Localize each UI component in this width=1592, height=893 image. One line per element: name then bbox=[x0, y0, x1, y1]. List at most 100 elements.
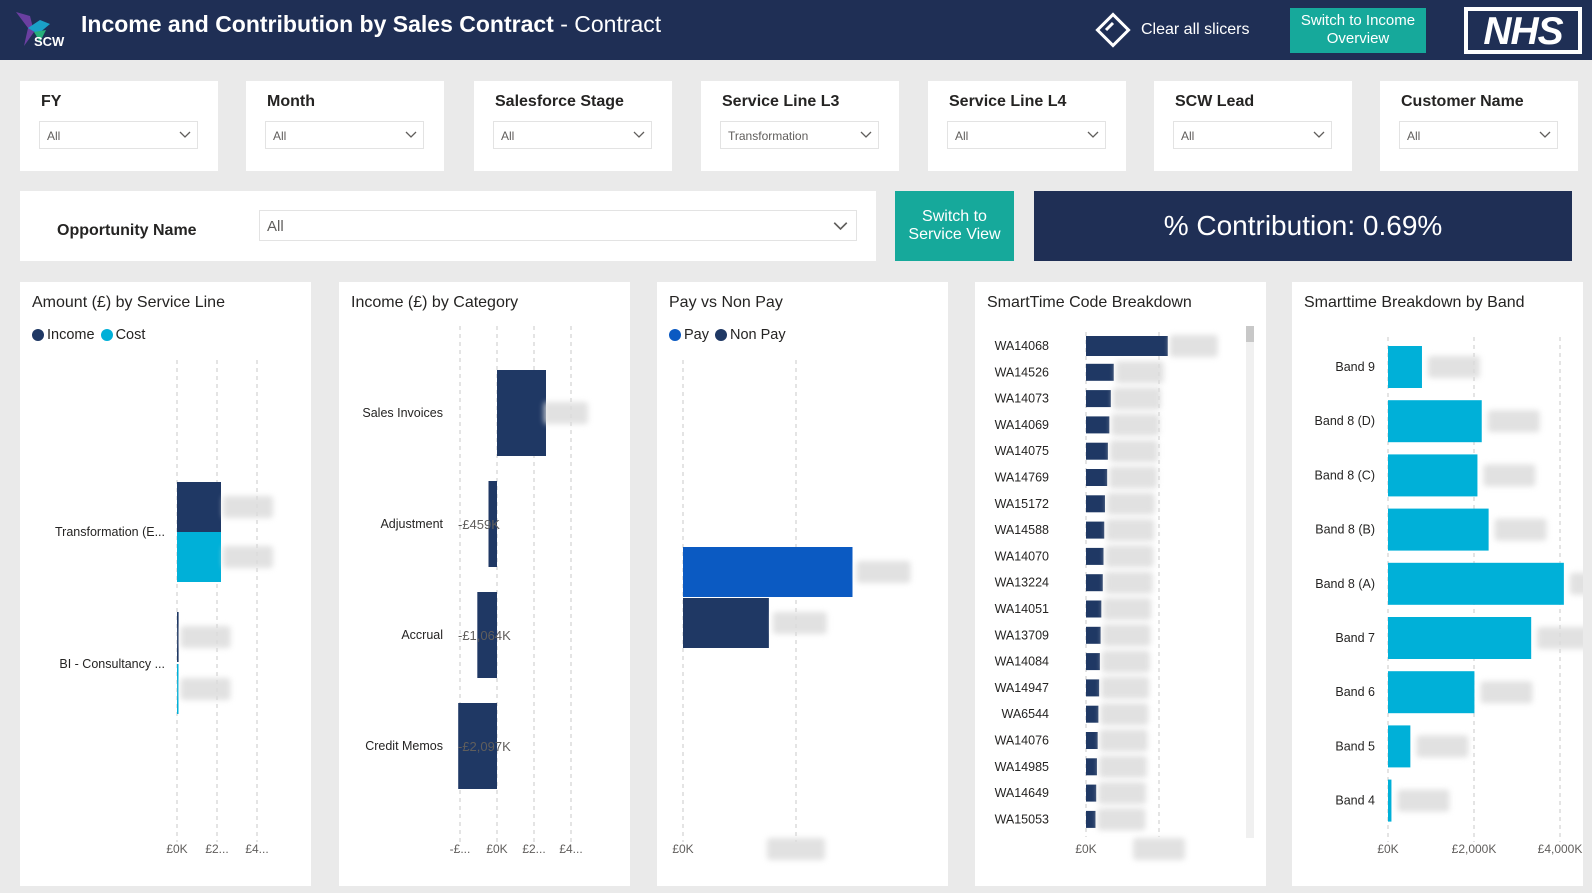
bar bbox=[1086, 705, 1099, 723]
bar bbox=[1388, 617, 1532, 659]
category-label: Band 8 (A) bbox=[1315, 577, 1375, 591]
data-label-redacted bbox=[223, 496, 273, 518]
category-label: WA14068 bbox=[995, 339, 1049, 353]
category-label: BI - Consultancy ... bbox=[59, 657, 165, 671]
x-tick-label: £0K bbox=[166, 842, 187, 856]
bar bbox=[1388, 562, 1564, 605]
slicer-dropdown[interactable]: All bbox=[493, 121, 652, 149]
chevron-down-icon bbox=[1539, 131, 1551, 138]
data-label-redacted bbox=[1397, 789, 1450, 812]
x-tick-label: £4,000K bbox=[1538, 842, 1583, 856]
slicer-service-line-l3: Service Line L3 Transformation bbox=[701, 81, 899, 171]
slicer-service-line-l4: Service Line L4 All bbox=[928, 81, 1126, 171]
header-bar: SCW Income and Contribution by Sales Con… bbox=[0, 0, 1592, 60]
category-label: WA14069 bbox=[995, 418, 1049, 432]
slicer-customer-name: Customer Name All bbox=[1380, 81, 1578, 171]
category-label: Sales Invoices bbox=[362, 406, 443, 420]
slicer-dropdown[interactable]: All bbox=[1399, 121, 1558, 149]
x-tick-label: £0K bbox=[672, 842, 693, 856]
slicer-dropdown[interactable]: All bbox=[947, 121, 1106, 149]
x-tick-label: £2,000K bbox=[1452, 842, 1497, 856]
category-label: Band 8 (D) bbox=[1315, 414, 1375, 428]
bar bbox=[1086, 521, 1105, 539]
category-label: WA14769 bbox=[995, 471, 1049, 485]
category-label: Band 8 (C) bbox=[1315, 468, 1375, 482]
data-label-redacted bbox=[1111, 413, 1160, 436]
category-label: WA14084 bbox=[995, 655, 1049, 669]
slicer-value: All bbox=[47, 129, 61, 143]
data-label-redacted bbox=[772, 612, 827, 634]
bar-cost bbox=[177, 532, 221, 582]
slicer-value: Transformation bbox=[728, 129, 809, 143]
chevron-down-icon bbox=[633, 131, 645, 138]
data-label-redacted bbox=[1109, 440, 1158, 463]
switch-to-income-overview-button[interactable]: Switch to Income Overview bbox=[1290, 8, 1426, 53]
bar bbox=[1086, 363, 1114, 381]
data-label-redacted bbox=[1169, 335, 1218, 357]
bar bbox=[1388, 454, 1478, 497]
category-label: WA14073 bbox=[995, 392, 1049, 406]
bar bbox=[1086, 626, 1101, 644]
x-tick-label: -£... bbox=[450, 842, 471, 856]
data-label-redacted bbox=[1112, 387, 1161, 410]
data-label-redacted bbox=[1109, 466, 1158, 489]
bar bbox=[1086, 784, 1097, 802]
chart-smarttime-breakdown-by-band: Smarttime Breakdown by Band Band 9 Band 8… bbox=[1292, 282, 1583, 886]
category-label: WA14051 bbox=[995, 602, 1049, 616]
data-label-redacted bbox=[1569, 572, 1583, 595]
data-label-redacted bbox=[223, 546, 273, 568]
chevron-down-icon bbox=[405, 131, 417, 138]
clear-all-slicers-button[interactable]: Clear all slicers bbox=[1093, 10, 1249, 50]
data-label-redacted bbox=[856, 561, 911, 583]
bar bbox=[1388, 725, 1411, 768]
data-label-redacted bbox=[1098, 755, 1147, 778]
plot-area: WA14068 WA14526 WA14073 WA14069 WA14075 WA147… bbox=[995, 326, 1254, 860]
slicer-dropdown[interactable]: All bbox=[265, 121, 424, 149]
slicer-dropdown[interactable]: Transformation bbox=[720, 121, 879, 149]
category-label: WA14070 bbox=[995, 549, 1049, 563]
bar bbox=[1086, 442, 1108, 460]
category-label: WA15053 bbox=[995, 812, 1049, 826]
bar-cost bbox=[177, 664, 179, 714]
slicer-label: FY bbox=[41, 93, 62, 110]
data-label-redacted bbox=[1494, 518, 1547, 541]
opportunity-dropdown[interactable]: All bbox=[259, 210, 857, 241]
switch-to-service-view-button[interactable]: Switch to Service View bbox=[895, 191, 1014, 261]
data-label-redacted bbox=[1097, 808, 1146, 831]
category-label: WA14076 bbox=[995, 734, 1049, 748]
nhs-logo-text: NHS bbox=[1468, 11, 1578, 52]
chart-amount-by-service-line: Amount (£) by Service Line Income Cost T… bbox=[20, 282, 311, 886]
opportunity-label: Opportunity Name bbox=[57, 222, 197, 239]
chart-income-by-category: Income (£) by Category Sales Invoices Adj… bbox=[339, 282, 630, 886]
bar bbox=[1388, 508, 1489, 551]
slicer-dropdown[interactable]: All bbox=[39, 121, 198, 149]
slicer-value: All bbox=[1407, 129, 1421, 143]
chevron-down-icon bbox=[179, 131, 191, 138]
data-label-redacted bbox=[1101, 676, 1150, 699]
chart-smarttime-code-breakdown: SmartTime Code Breakdown WA14068 WA14526 W… bbox=[975, 282, 1266, 886]
plot-area: Sales Invoices Adjustment -£459K Accrual -£1… bbox=[362, 326, 588, 856]
data-label-redacted bbox=[544, 402, 588, 424]
data-label-redacted bbox=[1537, 627, 1583, 649]
chevron-down-icon bbox=[1087, 131, 1099, 138]
bar bbox=[1086, 810, 1096, 828]
chevron-down-icon bbox=[833, 222, 848, 231]
category-label: WA14947 bbox=[995, 681, 1049, 695]
x-tick-label: £4... bbox=[245, 842, 268, 856]
data-label-redacted bbox=[1098, 782, 1147, 805]
bar bbox=[1086, 336, 1168, 356]
data-label-redacted bbox=[1101, 650, 1150, 673]
bar bbox=[1086, 416, 1110, 434]
data-label-redacted bbox=[1133, 838, 1185, 860]
opportunity-value: All bbox=[267, 218, 284, 235]
x-tick-label: £0K bbox=[1377, 842, 1398, 856]
page-title: Income and Contribution by Sales Contrac… bbox=[81, 11, 662, 37]
clear-all-slicers-label: Clear all slicers bbox=[1141, 21, 1250, 38]
data-label-redacted bbox=[1103, 598, 1152, 620]
slicer-label: SCW Lead bbox=[1175, 93, 1255, 110]
chevron-down-icon bbox=[860, 131, 872, 138]
bar bbox=[1086, 653, 1100, 671]
slicer-dropdown[interactable]: All bbox=[1173, 121, 1332, 149]
data-label-redacted bbox=[1100, 703, 1149, 726]
category-label: Band 6 bbox=[1335, 685, 1375, 699]
